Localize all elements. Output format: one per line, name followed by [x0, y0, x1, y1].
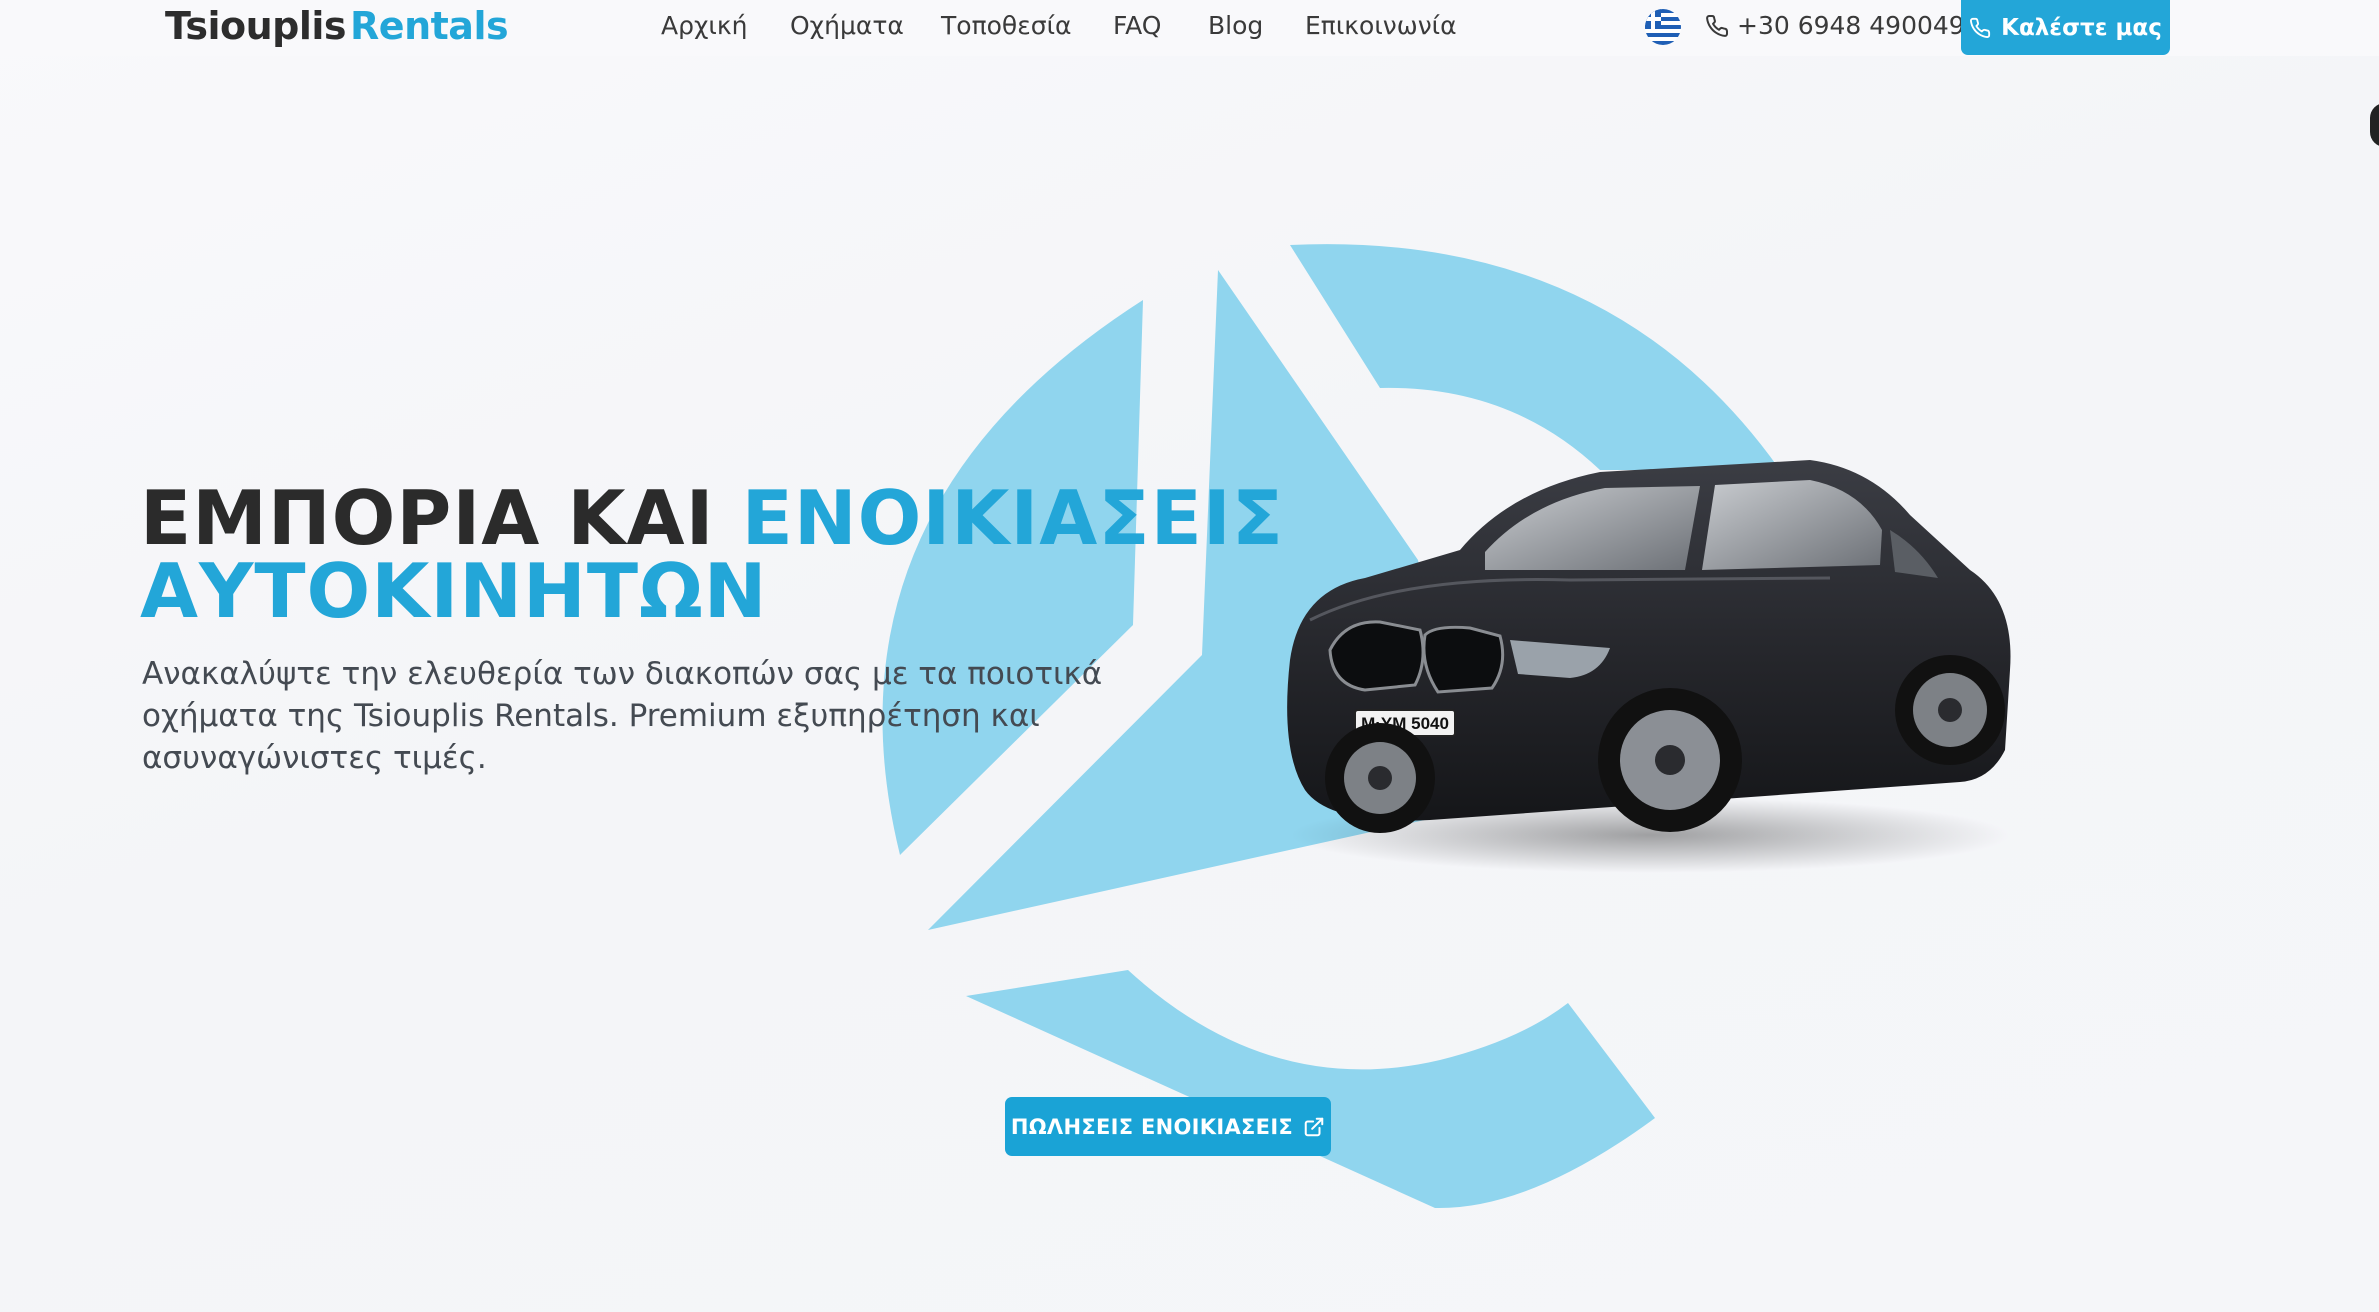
call-us-label: Καλέστε μας — [2001, 14, 2162, 41]
nav-location[interactable]: Τοποθεσία — [941, 11, 1072, 40]
nav-vehicles[interactable]: Οχήματα — [790, 11, 904, 40]
logo-text-primary: Tsiouplis — [165, 4, 347, 48]
call-us-button[interactable]: Καλέστε μας — [1961, 0, 2170, 55]
phone-number: +30 6948 490049 — [1737, 11, 1965, 40]
nav-blog[interactable]: Blog — [1208, 11, 1263, 40]
site-header: Tsiouplis Rentals Αρχική Οχήματα Τοποθεσί… — [0, 0, 2379, 56]
hero-subtitle: Ανακαλύψτε την ελευθερία των διακοπών σα… — [142, 656, 1103, 776]
phone-link[interactable]: +30 6948 490049 — [1705, 11, 1965, 40]
page: Tsiouplis Rentals Αρχική Οχήματα Τοποθεσί… — [0, 0, 2379, 1312]
headline-blue-text-2: ΑΥΤΟΚΙΝΗΤΩΝ — [140, 547, 768, 635]
headline-blue-text-1: ΕΝΟΙΚΙΑΣΕΙΣ — [741, 474, 1284, 562]
phone-icon — [1970, 17, 1991, 38]
logo-text-accent: Rentals — [350, 4, 509, 48]
car-image: M·YM 5040 — [1287, 460, 2011, 873]
nav-contact[interactable]: Επικοινωνία — [1305, 11, 1457, 40]
site-logo[interactable]: Tsiouplis Rentals — [165, 4, 509, 48]
external-link-icon — [1304, 1117, 1324, 1136]
sales-rentals-label: ΠΩΛΗΣΕΙΣ ΕΝΟΙΚΙΑΣΕΙΣ — [1010, 1114, 1294, 1139]
nav-faq[interactable]: FAQ — [1113, 11, 1161, 40]
hero-headline: ΕΜΠΟΡΙΑ ΚΑΙ ΕΝΟΙΚΙΑΣΕΙΣ ΑΥΤΟΚΙΝΗΤΩΝ — [140, 481, 1284, 629]
greek-flag-icon[interactable] — [1645, 9, 1681, 45]
nav-home[interactable]: Αρχική — [661, 11, 747, 40]
sales-rentals-button[interactable]: ΠΩΛΗΣΕΙΣ ΕΝΟΙΚΙΑΣΕΙΣ — [1005, 1097, 1331, 1156]
phone-icon — [1706, 14, 1729, 37]
